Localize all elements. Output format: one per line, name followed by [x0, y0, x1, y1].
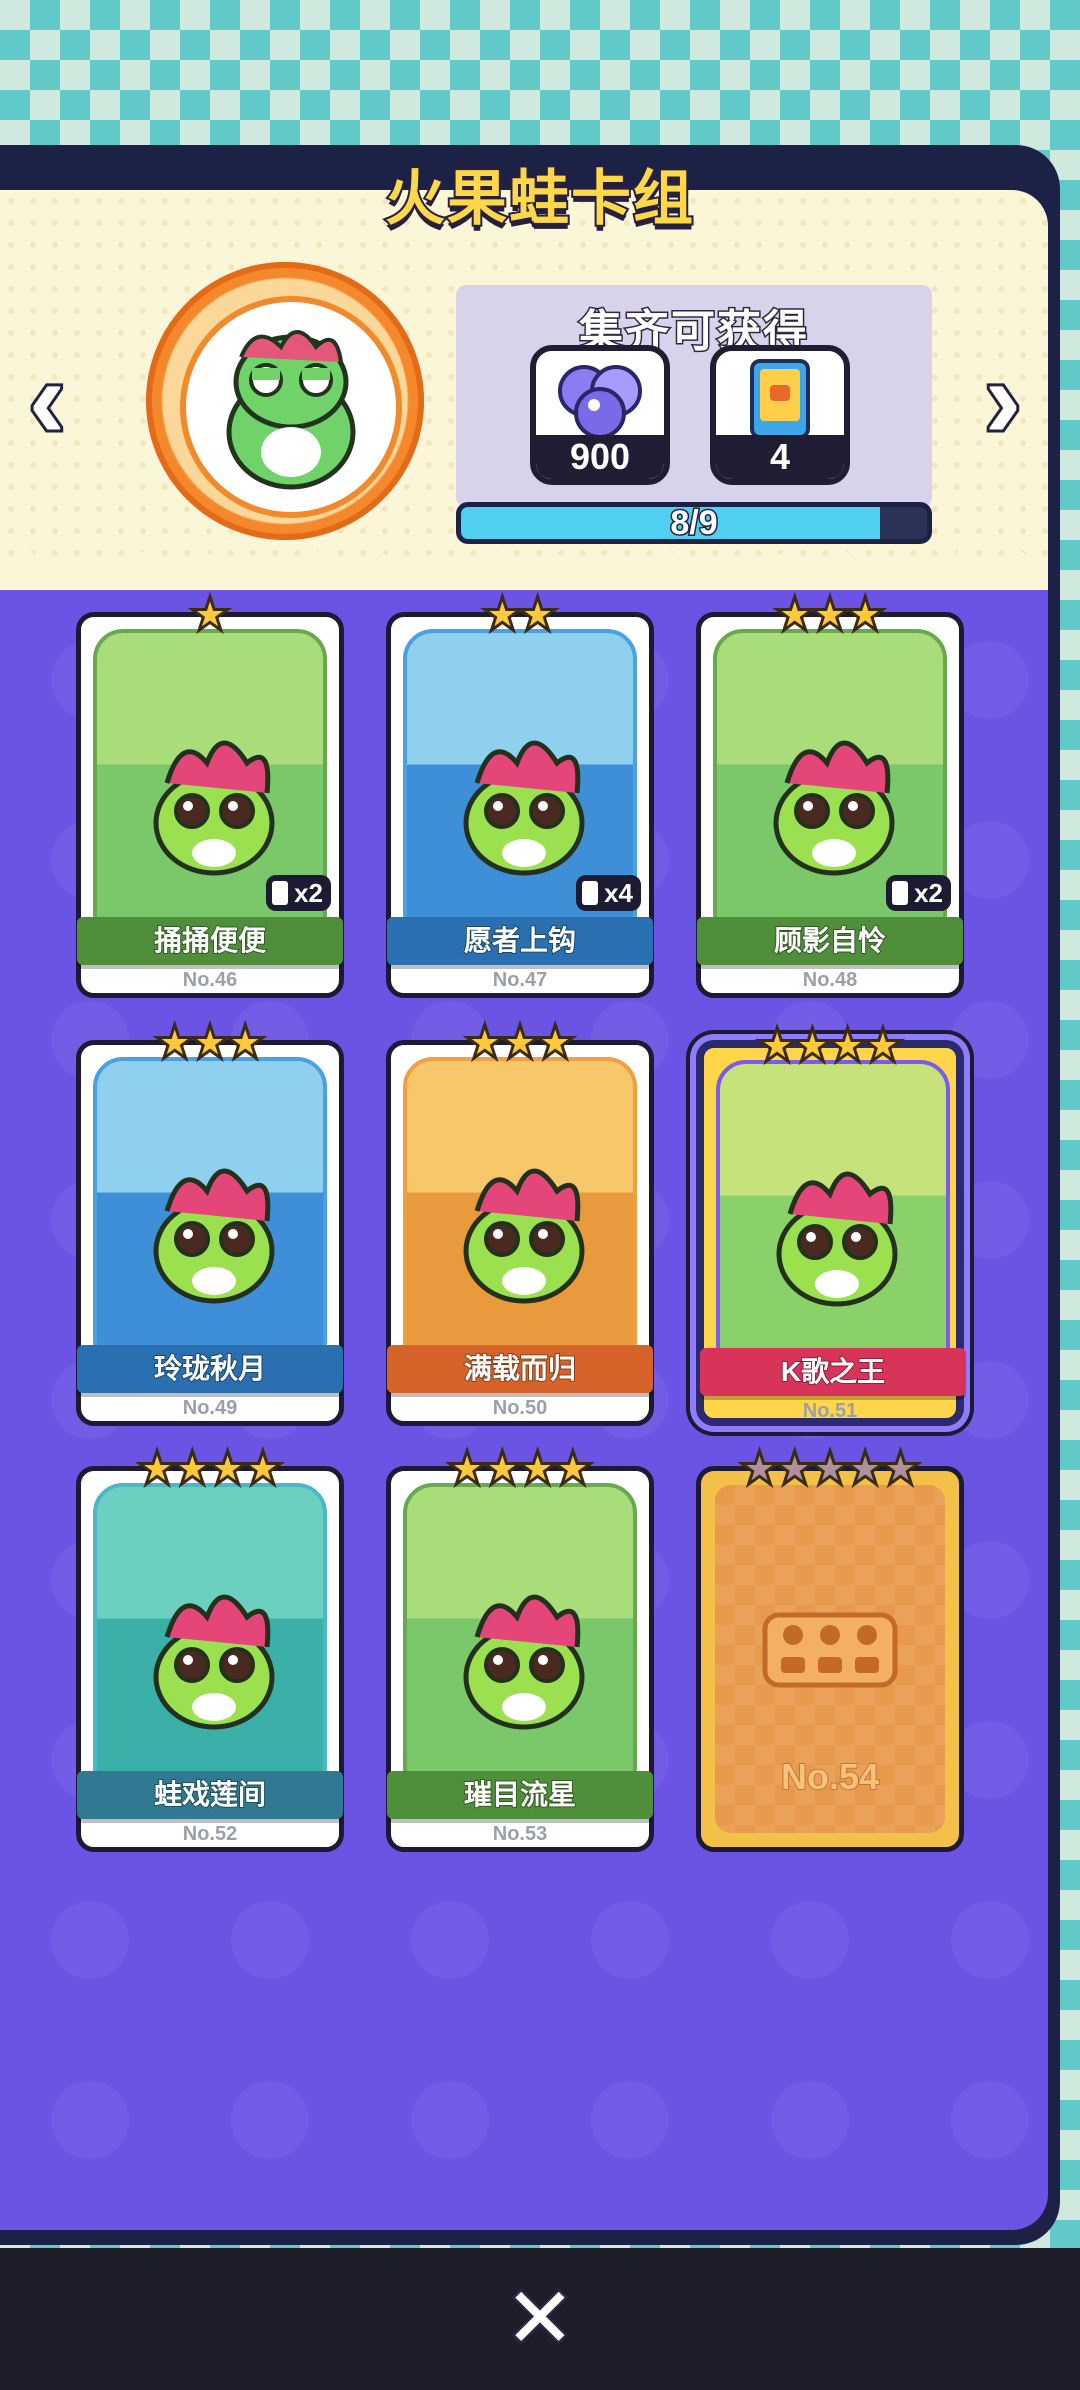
page-title: 火果蛙卡组 — [383, 163, 695, 234]
reward-gems-count: 900 — [536, 435, 664, 479]
star-rating: ★★★ — [701, 588, 959, 640]
duplicate-badge: x2 — [266, 875, 331, 911]
star-icon: ★ — [241, 1442, 285, 1494]
star-rating: ★★★★ — [704, 1019, 956, 1071]
deck-medal — [146, 262, 424, 540]
gem-orbs-icon — [558, 365, 642, 439]
card-number: No.49 — [182, 1397, 238, 1419]
card[interactable]: 玲珑秋月 No.49 ★★★ — [76, 1018, 344, 1426]
star-rating: ★★★★★ — [701, 1442, 959, 1494]
close-icon: ✕ — [502, 2271, 577, 2365]
star-icon: ★ — [223, 1016, 267, 1068]
frog-portrait — [180, 296, 402, 518]
frog-character-icon — [463, 1168, 585, 1304]
prev-button[interactable]: ‹ — [12, 342, 82, 458]
next-button[interactable]: › — [968, 342, 1038, 458]
card-number: No.47 — [492, 969, 548, 991]
star-icon: ★ — [533, 1016, 577, 1068]
chevron-left-icon: ‹ — [26, 338, 69, 461]
card-art — [403, 1057, 637, 1357]
collection-progress-bar: 8/9 — [456, 502, 932, 544]
star-rating: ★★★★ — [81, 1442, 339, 1494]
card-icon — [582, 881, 599, 905]
card-art — [403, 1483, 637, 1783]
duplicate-count: x2 — [294, 878, 323, 908]
star-icon: ★ — [188, 588, 232, 640]
card-number: No.50 — [492, 1397, 548, 1419]
card-title: 捅捅便便 — [77, 917, 343, 965]
reward-panel: 集齐可获得 900 4 — [456, 285, 932, 507]
close-button[interactable]: ✕ — [500, 2271, 580, 2365]
star-rating: ★★ — [391, 588, 649, 640]
card[interactable]: 璀目流星 No.53 ★★★★ — [386, 1444, 654, 1852]
card-art — [716, 1060, 950, 1360]
frog-character-icon — [776, 1171, 898, 1307]
star-rating: ★ — [81, 588, 339, 640]
star-rating: ★★★ — [81, 1016, 339, 1068]
card-title: 璀目流星 — [387, 1771, 653, 1819]
card-title: 顾影自怜 — [697, 917, 963, 965]
card[interactable]: 蛙戏莲间 No.52 ★★★★ — [76, 1444, 344, 1852]
star-icon: ★ — [861, 1019, 905, 1071]
card-title: 愿者上钩 — [387, 917, 653, 965]
card[interactable]: 满载而归 No.50 ★★★ — [386, 1018, 654, 1426]
card-number: No.48 — [802, 969, 858, 991]
card[interactable]: x4 愿者上钩 No.47 ★★ — [386, 590, 654, 998]
star-icon: ★ — [843, 588, 887, 640]
card-number: No.52 — [182, 1823, 238, 1845]
zigzag-divider — [0, 550, 1048, 590]
chevron-right-icon: › — [982, 338, 1025, 461]
card-title: 玲珑秋月 — [77, 1345, 343, 1393]
duplicate-count: x4 — [604, 878, 633, 908]
card[interactable]: K歌之王 No.51 ★★★★ — [696, 1021, 966, 1426]
card-number: No.51 — [802, 1400, 858, 1422]
card-title: 蛙戏莲间 — [77, 1771, 343, 1819]
card-icon — [272, 881, 289, 905]
progress-text: 8/9 — [669, 504, 719, 542]
card-number: No.53 — [492, 1823, 548, 1845]
duplicate-count: x2 — [914, 878, 943, 908]
card-pack-icon — [750, 359, 810, 439]
card-art — [93, 1057, 327, 1357]
card-title: K歌之王 — [700, 1348, 966, 1396]
reward-gems[interactable]: 900 — [530, 345, 670, 485]
star-icon: ★ — [878, 1442, 922, 1494]
frog-character-icon — [463, 1594, 585, 1730]
card-title: 满载而归 — [387, 1345, 653, 1393]
card-art — [93, 1483, 327, 1783]
card[interactable]: x2 顾影自怜 No.48 ★★★ — [696, 590, 964, 998]
star-rating: ★★★ — [391, 1016, 649, 1068]
card-number: No.54 — [780, 1755, 880, 1798]
card-icon — [892, 881, 909, 905]
card-number: No.46 — [182, 969, 238, 991]
card-locked[interactable]: No.54 ★★★★★ — [696, 1444, 964, 1852]
duplicate-badge: x4 — [576, 875, 641, 911]
star-rating: ★★★★ — [391, 1442, 649, 1494]
star-icon: ★ — [551, 1442, 595, 1494]
star-icon: ★ — [515, 588, 559, 640]
frog-character-icon — [153, 1168, 275, 1304]
duplicate-badge: x2 — [886, 875, 951, 911]
reward-card-pack[interactable]: 4 — [710, 345, 850, 485]
reward-card-pack-count: 4 — [716, 435, 844, 479]
reward-title: 集齐可获得 — [578, 306, 809, 358]
card[interactable]: x2 捅捅便便 No.46 ★ — [76, 590, 344, 998]
frog-character-icon — [153, 1594, 275, 1730]
